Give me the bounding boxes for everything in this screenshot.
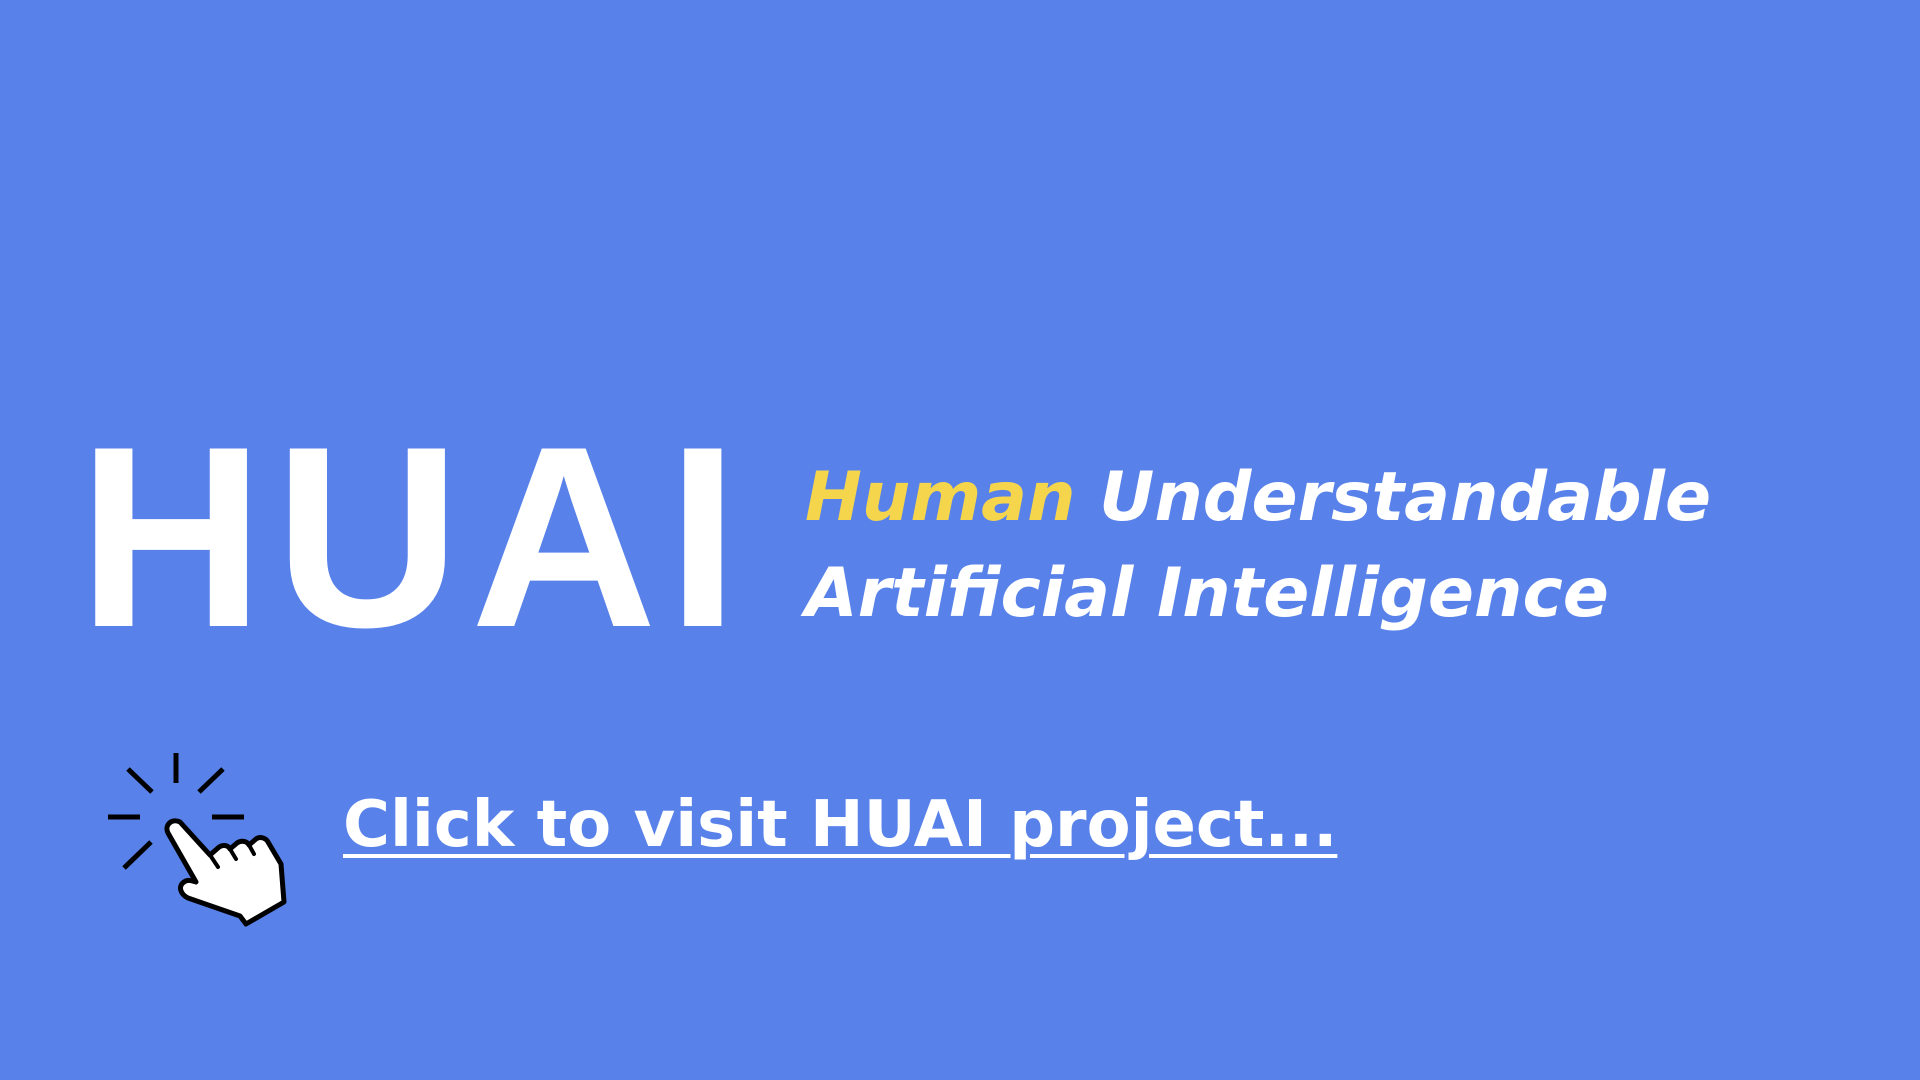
tagline: Human Understandable Artificial Intellig…	[805, 450, 1711, 642]
cta-row[interactable]: Click to visit HUAI project...	[100, 745, 1400, 945]
tagline-rest-word: Understandable	[1099, 458, 1712, 537]
visit-huai-project-link[interactable]: Click to visit HUAI project...	[343, 785, 1337, 865]
tagline-line-2: Artificial Intelligence	[805, 554, 1609, 633]
huai-logo: HUAI	[78, 392, 749, 681]
tagline-line-1: Human Understandable	[805, 450, 1711, 546]
tagline-highlight-word: Human	[805, 458, 1076, 537]
pointing-hand-click-icon[interactable]	[100, 745, 310, 945]
